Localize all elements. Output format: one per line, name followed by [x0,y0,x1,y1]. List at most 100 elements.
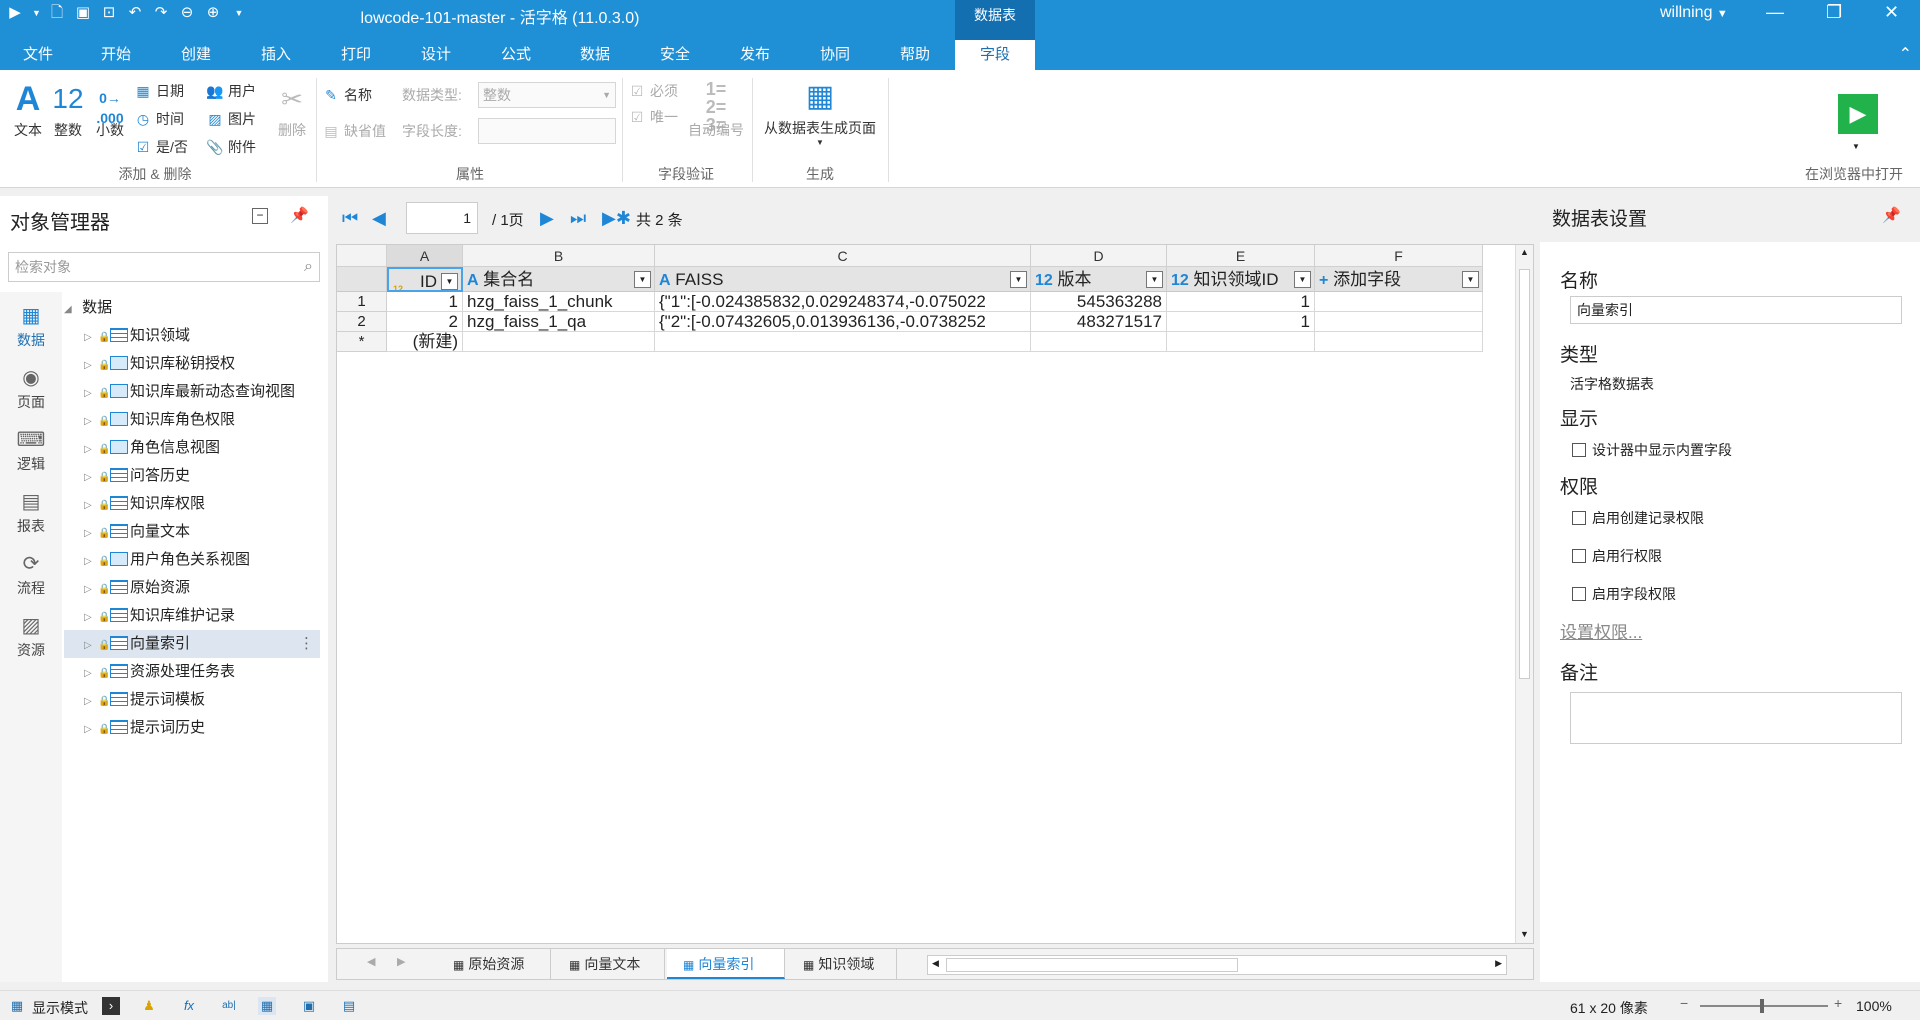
search-icon[interactable]: ⌕ [304,253,313,281]
field-dropdown-icon[interactable]: ▼ [634,271,651,288]
table-cell[interactable]: {"2":[-0.07432605,0.013936136,-0.0738252 [655,312,1031,332]
restore-icon[interactable]: ❐ [1826,2,1842,23]
column-letter-header[interactable]: D [1031,245,1167,267]
display-mode-label[interactable]: 显示模式 [32,998,88,1018]
next-page-icon[interactable]: ▶ [540,208,554,229]
new-record-cell[interactable]: (新建) [387,332,463,352]
tab-print[interactable]: 打印 [322,40,390,70]
table-cell[interactable] [1167,332,1315,352]
collapsed-triangle-icon[interactable]: ▷ [84,604,98,632]
field-dropdown-icon[interactable]: ▼ [1462,271,1479,288]
collapse-panel-icon[interactable]: − [252,208,268,224]
collapsed-triangle-icon[interactable]: ▷ [84,576,98,604]
row-permission-checkbox[interactable]: 启用行权限 [1572,546,1662,566]
table-cell[interactable]: hzg_faiss_1_chunk [463,292,655,312]
side-tab-report[interactable]: ▤ 报表 [0,488,62,536]
tree-item[interactable]: ▷ 🔒 知识领域 [64,322,320,350]
formula-icon[interactable]: fx [180,997,198,1015]
add-boolean-field-button[interactable]: ☑ 是/否 [134,136,188,158]
field-dropdown-icon[interactable]: ▼ [1146,271,1163,288]
previous-page-icon[interactable]: ◀ [372,208,386,229]
search-input[interactable]: 检索对象 ⌕ [8,252,320,282]
checkbox-box[interactable] [1572,511,1586,525]
add-integer-field-button[interactable]: 12 整数 [48,78,88,140]
tree-item[interactable]: ▷ 🔒 原始资源 [64,574,320,602]
field-header[interactable]: 12 版本 ▼ [1031,267,1167,292]
side-tab-page[interactable]: ◉ 页面 [0,364,62,412]
table-settings-icon[interactable]: ▦ [258,997,276,1015]
zoom-slider-thumb[interactable] [1760,999,1764,1013]
table-cell[interactable] [1031,332,1167,352]
table-cell[interactable] [1315,312,1483,332]
field-header[interactable]: 12 知识领域ID ▼ [1167,267,1315,292]
tab-formula[interactable]: 公式 [482,40,550,70]
tree-item[interactable]: ▷ 🔒 知识库权限 [64,490,320,518]
vertical-scrollbar[interactable]: ▲ ▼ [1515,245,1533,943]
generate-page-button[interactable]: ▦ 从数据表生成页面 ▼ [758,76,882,147]
expanded-triangle-icon[interactable]: ◢ [64,296,78,324]
set-permission-link[interactable]: 设置权限... [1560,618,1642,643]
checkbox-box[interactable] [1572,549,1586,563]
auto-number-button[interactable]: 1= 2= 3= 自动编号 [684,76,748,140]
tree-item[interactable]: ▷ 🔒 问答历史 [64,462,320,490]
tab-security[interactable]: 安全 [641,40,709,70]
horizontal-scrollbar[interactable]: ◀ ▶ [927,955,1507,975]
add-attachment-field-button[interactable]: 📎 附件 [206,136,256,158]
pin-icon[interactable]: 📌 [290,206,309,224]
field-dropdown-icon[interactable]: ▼ [1294,271,1311,288]
add-user-field-button[interactable]: 👥 用户 [206,80,256,102]
table-cell[interactable]: 1 [1167,312,1315,332]
field-header[interactable]: A 集合名 ▼ [463,267,655,292]
tree-item[interactable]: ▷ 🔒 提示词历史 [64,714,320,742]
side-tab-logic[interactable]: ⌨ 逻辑 [0,426,62,474]
scroll-right-icon[interactable]: ▶ [1495,958,1502,969]
collapsed-triangle-icon[interactable]: ▷ [84,688,98,716]
collapsed-triangle-icon[interactable]: ▷ [84,660,98,688]
chevron-down-icon[interactable]: ▼ [1852,142,1860,151]
table-cell[interactable]: 545363288 [1031,292,1167,312]
unique-checkbox[interactable]: ☑ 唯一 [628,106,678,128]
tree-item[interactable]: ▷ 🔒 向量索引 ⋮ [64,630,320,658]
tree-item[interactable]: ▷ 🔒 角色信息视图 [64,434,320,462]
scroll-tabs-left-icon[interactable]: ◀ [367,955,375,968]
run-in-browser-button[interactable]: ▶ [1838,94,1878,134]
column-letter-header[interactable]: F [1315,245,1483,267]
column-letter-header[interactable]: A [387,245,463,267]
collapsed-triangle-icon[interactable]: ▷ [84,520,98,548]
tree-item[interactable]: ▷ 🔒 知识库角色权限 [64,406,320,434]
table-cell[interactable]: 1 [1167,292,1315,312]
new-record-icon[interactable]: ▶✱ [602,208,631,229]
checkbox-box[interactable] [1572,587,1586,601]
tab-design[interactable]: 设计 [402,40,470,70]
tab-insert[interactable]: 插入 [242,40,310,70]
table-cell[interactable]: {"1":[-0.024385832,0.029248374,-0.075022 [655,292,1031,312]
more-options-icon[interactable]: ⋮ [299,630,314,658]
row-header[interactable]: 1 [337,292,387,312]
image-settings-icon[interactable]: ▣ [300,997,318,1015]
side-tab-resource[interactable]: ▨ 资源 [0,612,62,660]
add-time-field-button[interactable]: ◷ 时间 [134,108,184,130]
column-letter-header[interactable]: B [463,245,655,267]
tab-publish[interactable]: 发布 [721,40,789,70]
add-decimal-field-button[interactable]: 0→ .000 小数 [90,78,130,140]
field-length-input[interactable] [478,118,616,144]
add-date-field-button[interactable]: ▦ 日期 [134,80,184,102]
tab-help[interactable]: 帮助 [881,40,949,70]
scroll-up-icon[interactable]: ▲ [1520,247,1529,257]
page-number-input[interactable]: 1 [406,202,478,234]
last-page-icon[interactable]: ⏭ [570,208,586,229]
collapsed-triangle-icon[interactable]: ▷ [84,324,98,352]
create-record-permission-checkbox[interactable]: 启用创建记录权限 [1572,508,1704,528]
checkbox-box[interactable] [1572,443,1586,457]
collapsed-triangle-icon[interactable]: ▷ [84,716,98,744]
column-letter-header[interactable]: E [1167,245,1315,267]
tab-field[interactable]: 字段 [955,40,1035,70]
terminal-icon[interactable]: › [102,997,120,1015]
new-row-header[interactable]: * [337,332,387,352]
default-value-button[interactable]: ▤ 缺省值 [322,120,386,142]
tab-file[interactable]: 文件 [4,40,72,70]
field-header[interactable]: 12 ID ▼ [387,267,463,292]
zoom-slider[interactable] [1700,999,1828,1013]
collapsed-triangle-icon[interactable]: ▷ [84,632,98,660]
side-tab-data[interactable]: ▦ 数据 [0,302,62,350]
